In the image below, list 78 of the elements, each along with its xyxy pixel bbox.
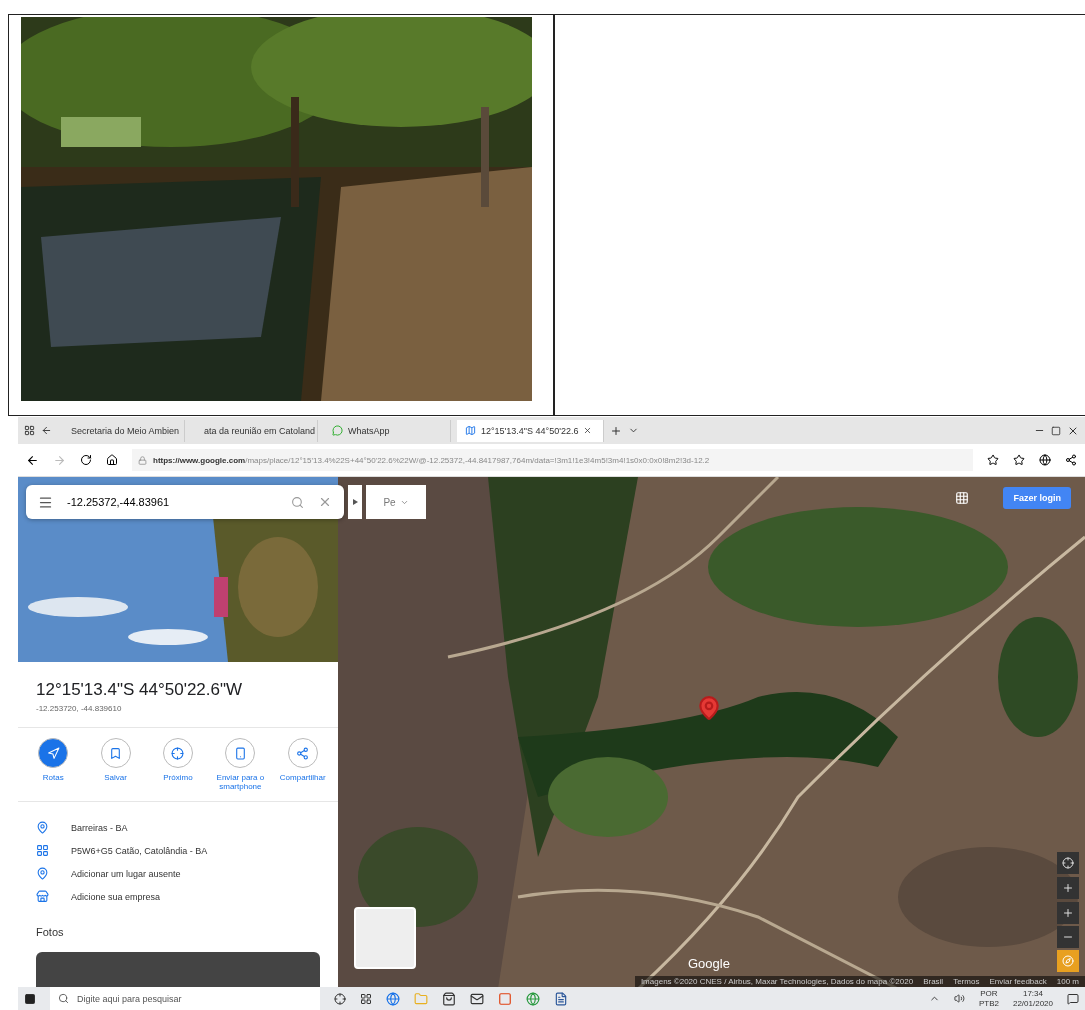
browser-tab[interactable]: WhatsApp (324, 419, 451, 442)
close-tab-icon[interactable] (583, 426, 593, 435)
mode-select[interactable]: Pe (366, 485, 426, 519)
action-label[interactable]: Próximo (163, 773, 193, 782)
info-text[interactable]: Adicionar um lugar ausente (71, 868, 181, 879)
map-pin-icon (36, 821, 49, 834)
add-pin-icon (36, 867, 49, 880)
store-icon (36, 890, 49, 903)
crosshair-icon (171, 746, 185, 760)
reload-icon[interactable] (80, 454, 92, 466)
clock-date[interactable]: 22/01/2020 (1012, 998, 1053, 1009)
plus-icon (1062, 907, 1074, 919)
apps-grid-icon[interactable] (955, 491, 969, 505)
crosshair-icon (1062, 857, 1074, 869)
back-tabs-icon[interactable] (41, 425, 52, 436)
action-button[interactable] (162, 738, 193, 768)
action-label[interactable]: Salvar (104, 773, 127, 782)
login-button[interactable]: Fazer login (1003, 487, 1071, 509)
info-text[interactable]: P5W6+G5 Catão, Catolândia - BA (71, 845, 208, 856)
favorites-icon[interactable] (1013, 454, 1025, 466)
back-icon[interactable] (26, 453, 39, 467)
tabs-icon[interactable] (24, 425, 35, 436)
action-button[interactable] (225, 738, 256, 768)
bookmark-icon (109, 746, 123, 760)
place-title: 12°15'13.4"S 44°50'22.6"W (35, 679, 244, 700)
smartphone-icon (233, 746, 247, 760)
new-tab-icon[interactable] (610, 424, 622, 437)
action-button[interactable] (100, 738, 131, 768)
star-icon[interactable] (987, 454, 999, 466)
location-button[interactable] (1057, 852, 1079, 874)
action-label[interactable]: Compartilhar (279, 773, 326, 782)
attribution-text: Imagens ©2020 CNES / Airbus, Maxar Technologies, Dados do mapa ©2020 (640, 977, 914, 986)
directions-icon (46, 746, 60, 760)
share-icon[interactable] (1065, 454, 1077, 466)
info-text[interactable]: Adicione sua empresa (71, 891, 161, 902)
action-label[interactable]: Rotas (42, 773, 64, 782)
store-icon[interactable] (442, 991, 456, 1006)
lock-icon (138, 455, 147, 465)
address-field[interactable]: https://www.google.com/maps/place/12°15'13.4%22S+44°50'22.6%22W/@-12.25372,-44.8417987,764m/data=!3m1!1e3!4m5!3m4!1s0x0:0x0!8m2!3d-12.2 (132, 449, 973, 471)
browser-tab[interactable]: 12°15'13.4"S 44°50'22.6 (457, 419, 604, 442)
zoom-in-button[interactable] (1057, 902, 1079, 924)
maximize-icon[interactable] (1051, 425, 1061, 436)
clock-time[interactable]: 17:34 (1012, 988, 1053, 999)
collapse-button[interactable] (348, 485, 362, 519)
word-icon[interactable] (554, 991, 568, 1006)
map-logo: Google (688, 956, 730, 971)
task-view-icon[interactable] (360, 992, 372, 1005)
plus-icon (1062, 882, 1074, 894)
language-indicator[interactable]: POR (978, 988, 999, 999)
tab-favicon (332, 425, 343, 436)
tilt-button[interactable] (1057, 877, 1079, 899)
browser-icon[interactable] (386, 991, 400, 1006)
place-coordinates: -12.253720, -44.839610 (18, 700, 338, 728)
home-icon[interactable] (106, 454, 118, 466)
search-icon (58, 993, 69, 1004)
compass-icon (1062, 955, 1074, 967)
layer-thumbnail[interactable] (354, 907, 416, 969)
photo-thumbnail[interactable] (36, 952, 320, 987)
dots-grid-icon (36, 844, 49, 857)
action-label[interactable]: Enviar para o smartphone (210, 773, 271, 791)
taskbar-search-field[interactable]: Digite aqui para pesquisar (50, 987, 320, 1010)
volume-icon[interactable] (953, 993, 965, 1004)
tab-favicon (465, 425, 476, 436)
attribution-text[interactable]: Termos (953, 977, 980, 986)
attribution-text[interactable]: Brasil (923, 977, 944, 986)
caret-icon (352, 499, 358, 505)
share-icon (296, 746, 310, 760)
map-pin-icon (696, 695, 722, 721)
attribution-text[interactable]: Enviar feedback (989, 977, 1047, 986)
keyboard-layout[interactable]: PTB2 (978, 998, 999, 1009)
attribution-text[interactable]: 100 m (1056, 977, 1079, 986)
action-button[interactable] (287, 738, 318, 768)
zoom-out-button[interactable] (1057, 926, 1079, 948)
section-heading: Fotos (35, 925, 65, 940)
notifications-icon[interactable] (1067, 992, 1079, 1005)
action-button[interactable] (38, 738, 69, 768)
mail-icon[interactable] (470, 991, 484, 1006)
info-text[interactable]: Barreiras - BA (71, 822, 128, 833)
